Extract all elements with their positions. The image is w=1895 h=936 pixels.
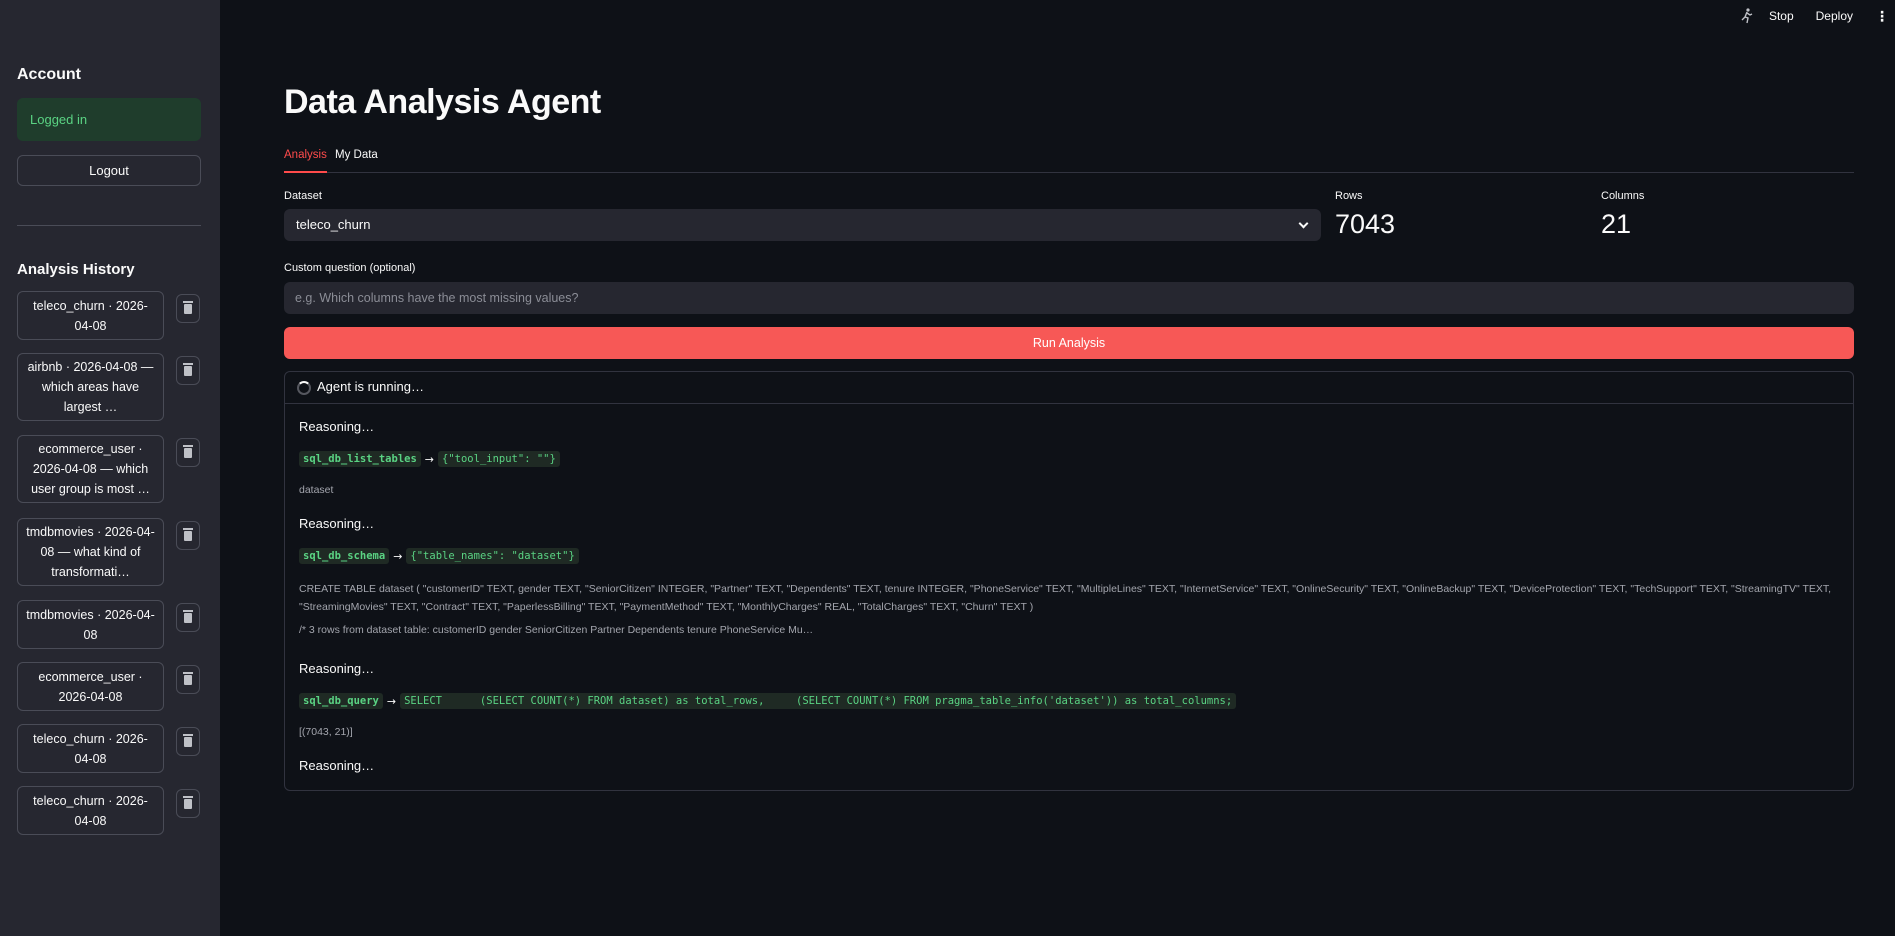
- trash-icon: [183, 671, 193, 685]
- spinner-icon: [297, 381, 311, 395]
- delete-history-button[interactable]: [176, 438, 200, 467]
- chevron-down-icon: [1298, 218, 1309, 229]
- status-header[interactable]: Agent is running…: [285, 372, 1853, 404]
- trash-icon: [183, 609, 193, 623]
- tool-input: {"tool_input": ""}: [438, 451, 560, 467]
- sidebar-divider: [17, 225, 201, 226]
- delete-history-button[interactable]: [176, 789, 200, 818]
- trash-icon: [183, 795, 193, 809]
- columns-value: 21: [1601, 209, 1632, 239]
- columns-label: Columns: [1601, 190, 1645, 202]
- delete-history-button[interactable]: [176, 727, 200, 756]
- tool-call: sql_db_list_tables → {"tool_input": ""}: [299, 451, 1839, 467]
- history-item-button[interactable]: ecommerce_user · 2026-04-08 — which user…: [17, 435, 164, 503]
- trash-icon: [183, 362, 193, 376]
- agent-status-panel: Agent is running… Reasoning… sql_db_list…: [284, 371, 1854, 791]
- app-window: Account Logged in Logout Analysis Histor…: [0, 0, 1895, 936]
- question-input[interactable]: e.g. Which columns have the most missing…: [284, 282, 1854, 314]
- delete-history-button[interactable]: [176, 356, 200, 385]
- reasoning-text: Reasoning…: [299, 661, 375, 676]
- delete-history-button[interactable]: [176, 521, 200, 550]
- sidebar: Account Logged in Logout Analysis Histor…: [0, 0, 220, 936]
- tool-input: SELECT (SELECT COUNT(*) FROM dataset) as…: [400, 693, 1237, 709]
- tool-output: dataset: [299, 484, 334, 496]
- history-item-button[interactable]: teleco_churn · 2026-04-08: [17, 291, 164, 340]
- arrow-right-icon: →: [393, 549, 403, 563]
- tool-output: /* 3 rows from dataset table: customerID…: [299, 624, 814, 636]
- account-title: Account: [17, 66, 81, 83]
- logout-button[interactable]: Logout: [17, 155, 201, 186]
- delete-history-button[interactable]: [176, 665, 200, 694]
- trash-icon: [183, 527, 193, 541]
- history-item-button[interactable]: tmdbmovies · 2026-04-08: [17, 600, 164, 649]
- history-item-button[interactable]: airbnb · 2026-04-08 — which areas have l…: [17, 353, 164, 421]
- logged-in-status: Logged in: [17, 98, 201, 141]
- history-item-button[interactable]: teleco_churn · 2026-04-08: [17, 786, 164, 835]
- reasoning-text: Reasoning…: [299, 419, 375, 434]
- rows-label: Rows: [1335, 190, 1363, 202]
- page-title: Data Analysis Agent: [284, 83, 601, 121]
- tool-call: sql_db_schema → {"table_names": "dataset…: [299, 548, 1839, 564]
- analysis-history-title: Analysis History: [17, 261, 135, 278]
- history-item-button[interactable]: tmdbmovies · 2026-04-08 — what kind of t…: [17, 518, 164, 586]
- history-item-button[interactable]: teleco_churn · 2026-04-08: [17, 724, 164, 773]
- arrow-right-icon: →: [424, 452, 435, 466]
- rows-value: 7043: [1335, 209, 1396, 239]
- run-analysis-button[interactable]: Run Analysis: [284, 327, 1854, 359]
- tool-name: sql_db_query: [299, 693, 383, 709]
- tool-output: CREATE TABLE dataset ( "customerID" TEXT…: [299, 583, 1832, 613]
- trash-icon: [183, 300, 193, 314]
- tab-bar: Analysis My Data: [284, 143, 1854, 173]
- question-label: Custom question (optional): [284, 262, 416, 274]
- history-item-button[interactable]: ecommerce_user · 2026-04-08: [17, 662, 164, 711]
- delete-history-button[interactable]: [176, 294, 200, 323]
- reasoning-text: Reasoning…: [299, 516, 375, 531]
- dataset-select-value: teleco_churn: [296, 217, 371, 232]
- reasoning-text: Reasoning…: [299, 758, 375, 773]
- status-text: Agent is running…: [317, 379, 424, 394]
- tool-call: sql_db_query → SELECT (SELECT COUNT(*) F…: [299, 693, 1839, 709]
- dataset-label: Dataset: [284, 190, 322, 202]
- delete-history-button[interactable]: [176, 603, 200, 632]
- arrow-right-icon: →: [386, 694, 397, 708]
- tool-output: [(7043, 21)]: [299, 726, 353, 738]
- dataset-select[interactable]: teleco_churn: [284, 209, 1321, 241]
- tab-my-data[interactable]: My Data: [335, 149, 378, 171]
- tool-name: sql_db_schema: [299, 548, 390, 564]
- trash-icon: [183, 444, 193, 458]
- trash-icon: [183, 733, 193, 747]
- tool-input: {"table_names": "dataset"}: [406, 548, 579, 564]
- tab-analysis[interactable]: Analysis: [284, 149, 327, 173]
- main-content: Data Analysis Agent Analysis My Data Dat…: [284, 0, 1854, 936]
- more-menu-icon[interactable]: ⋮: [1875, 8, 1889, 25]
- tool-name: sql_db_list_tables: [299, 451, 421, 467]
